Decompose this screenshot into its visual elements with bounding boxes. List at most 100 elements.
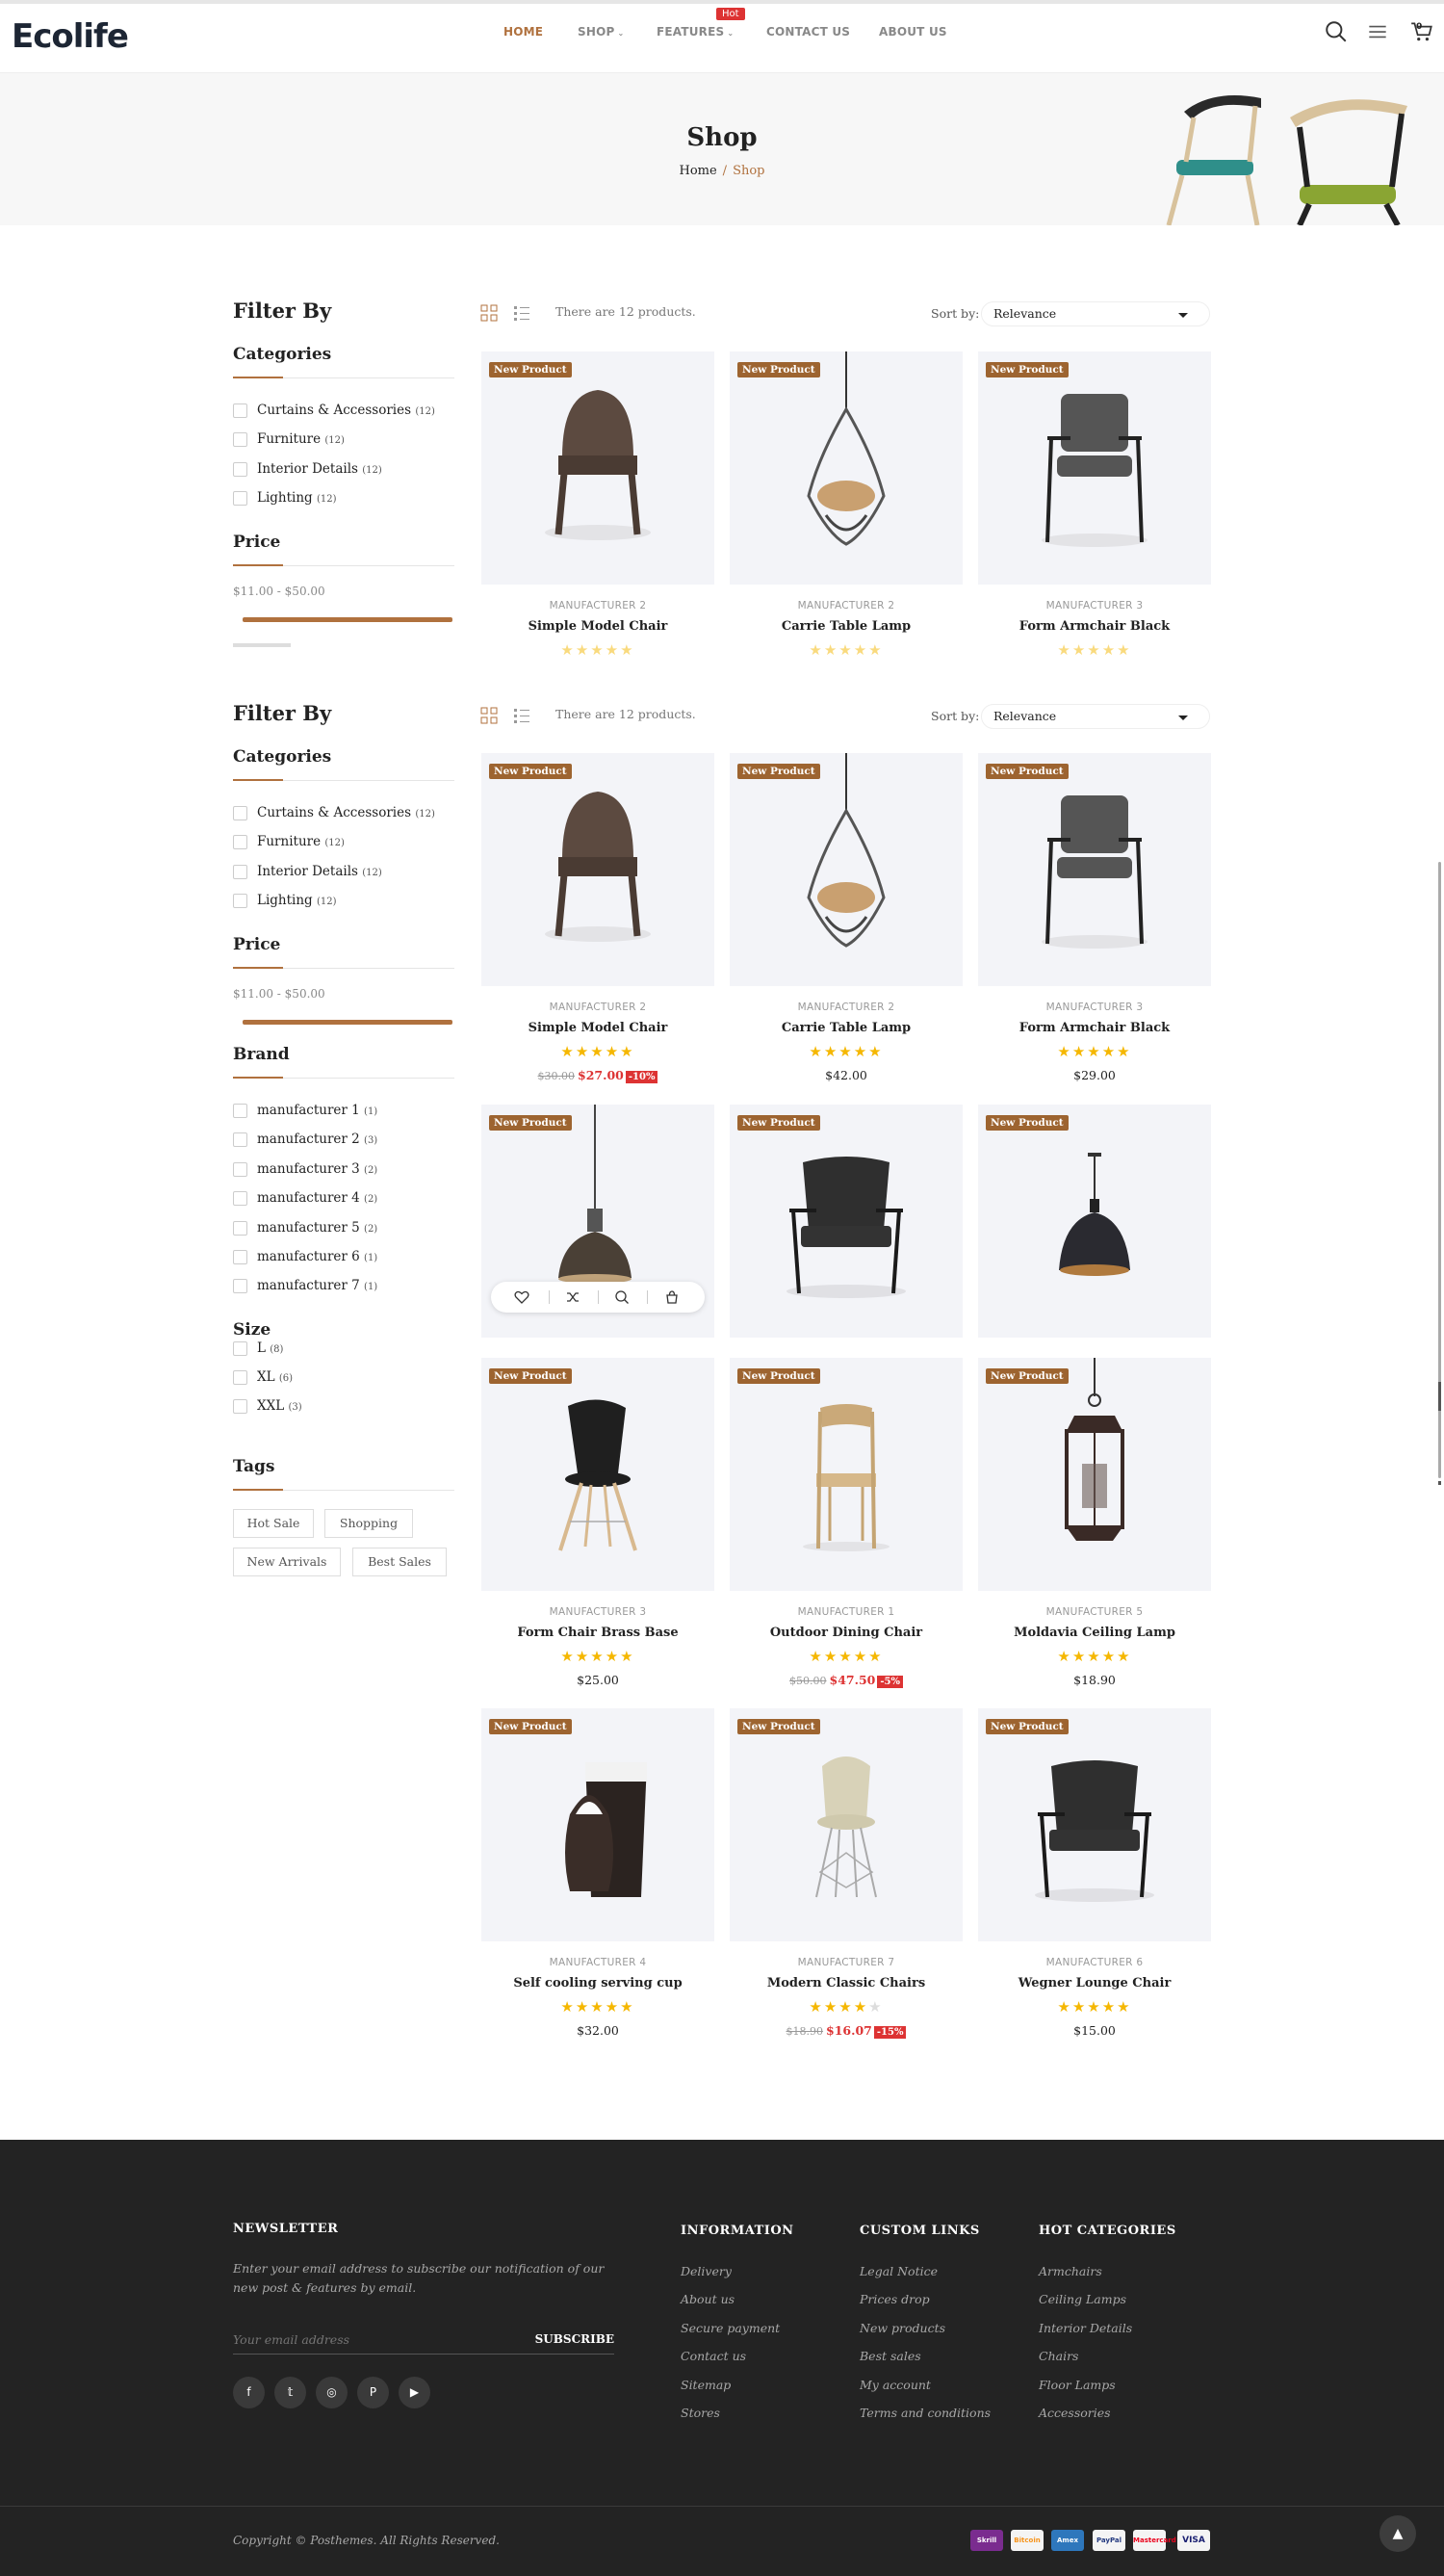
product-card[interactable]: New Product MANUFACTURER 6 Wegner Lounge… xyxy=(978,1708,1211,2045)
product-image[interactable] xyxy=(978,753,1211,986)
product-name[interactable]: Form Chair Brass Base xyxy=(481,1626,714,1640)
nav-contact[interactable]: CONTACT US xyxy=(766,25,850,39)
quick-view-icon[interactable] xyxy=(614,1289,630,1305)
brand-checkbox[interactable] xyxy=(233,1162,247,1177)
footer-link[interactable]: Prices drop xyxy=(860,2292,930,2306)
footer-link[interactable]: Accessories xyxy=(1039,2406,1111,2420)
brand-checkbox[interactable] xyxy=(233,1132,247,1147)
footer-link[interactable]: Interior Details xyxy=(1039,2321,1132,2335)
product-card[interactable]: New Product MANUFACTURER 2 Simple Model … xyxy=(481,753,714,1090)
brand-checkbox[interactable] xyxy=(233,1191,247,1206)
grid-view-icon[interactable] xyxy=(479,303,499,323)
heart-icon[interactable] xyxy=(514,1289,529,1305)
footer-link[interactable]: Contact us xyxy=(681,2349,746,2363)
price-slider[interactable] xyxy=(243,1020,452,1025)
product-image[interactable] xyxy=(730,753,963,986)
product-image[interactable] xyxy=(978,351,1211,585)
product-name[interactable]: Moldavia Ceiling Lamp xyxy=(978,1626,1211,1640)
scrollbar-thumb[interactable] xyxy=(1438,1382,1441,1411)
category-checkbox[interactable] xyxy=(233,491,247,506)
footer-link[interactable]: Best sales xyxy=(860,2349,921,2363)
category-checkbox[interactable] xyxy=(233,894,247,908)
add-to-cart-icon[interactable] xyxy=(664,1289,680,1305)
product-card[interactable]: New Product MANUFACTURER 2 Carrie Table … xyxy=(730,351,963,655)
tag-best-sales[interactable]: Best Sales xyxy=(352,1548,447,1576)
product-name[interactable]: Carrie Table Lamp xyxy=(730,619,963,634)
breadcrumb-home[interactable]: Home xyxy=(679,164,716,178)
product-name[interactable]: Carrie Table Lamp xyxy=(730,1021,963,1035)
youtube-icon[interactable]: ▶ xyxy=(399,2377,430,2408)
product-image[interactable] xyxy=(481,753,714,986)
product-image[interactable] xyxy=(481,1358,714,1591)
brand-checkbox[interactable] xyxy=(233,1104,247,1118)
product-card[interactable]: New Product MANUFACTURER 3 Form Chair Br… xyxy=(481,1358,714,1695)
product-name[interactable]: Simple Model Chair xyxy=(481,1021,714,1035)
product-name[interactable]: Outdoor Dining Chair xyxy=(730,1626,963,1640)
size-checkbox[interactable] xyxy=(233,1341,247,1356)
product-image[interactable] xyxy=(730,1708,963,1941)
product-image[interactable] xyxy=(978,1708,1211,1941)
product-card[interactable]: New Product xyxy=(481,1105,714,1338)
footer-link[interactable]: About us xyxy=(681,2292,735,2306)
product-card[interactable]: New Product MANUFACTURER 4 Self cooling … xyxy=(481,1708,714,2045)
product-name[interactable]: Self cooling serving cup xyxy=(481,1976,714,1991)
menu-icon[interactable] xyxy=(1365,19,1390,44)
nav-shop[interactable]: SHOP ⌄ xyxy=(578,25,624,39)
brand-checkbox[interactable] xyxy=(233,1250,247,1264)
shuffle-icon[interactable] xyxy=(565,1289,580,1305)
footer-link[interactable]: Ceiling Lamps xyxy=(1039,2292,1126,2306)
category-checkbox[interactable] xyxy=(233,806,247,820)
tag-shopping[interactable]: Shopping xyxy=(324,1509,413,1538)
subscribe-button[interactable]: SUBSCRIBE xyxy=(535,2332,614,2346)
product-card[interactable]: New Product xyxy=(730,1105,963,1338)
sort-select[interactable]: Relevance xyxy=(981,704,1210,729)
logo[interactable]: Ecolife xyxy=(12,17,129,56)
footer-link[interactable]: Secure payment xyxy=(681,2321,780,2335)
product-name[interactable]: Form Armchair Black xyxy=(978,619,1211,634)
product-name[interactable]: Form Armchair Black xyxy=(978,1021,1211,1035)
product-name[interactable]: Wegner Lounge Chair xyxy=(978,1976,1211,1991)
footer-link[interactable]: Delivery xyxy=(681,2264,732,2278)
category-checkbox[interactable] xyxy=(233,865,247,879)
price-slider[interactable] xyxy=(243,617,452,622)
list-view-icon[interactable] xyxy=(512,303,531,323)
footer-link[interactable]: Armchairs xyxy=(1039,2264,1102,2278)
list-view-icon[interactable] xyxy=(512,706,531,725)
product-image[interactable] xyxy=(730,1358,963,1591)
product-card[interactable]: New Product xyxy=(978,1105,1211,1338)
product-image[interactable] xyxy=(730,351,963,585)
product-image[interactable] xyxy=(481,351,714,585)
nav-home[interactable]: HOME xyxy=(503,25,543,39)
footer-link[interactable]: My account xyxy=(860,2378,931,2392)
category-checkbox[interactable] xyxy=(233,835,247,849)
product-image[interactable] xyxy=(730,1105,963,1338)
pinterest-icon[interactable]: P xyxy=(357,2377,389,2408)
size-checkbox[interactable] xyxy=(233,1370,247,1385)
product-image[interactable] xyxy=(481,1708,714,1941)
category-checkbox[interactable] xyxy=(233,403,247,418)
instagram-icon[interactable]: ◎ xyxy=(316,2377,348,2408)
product-image[interactable] xyxy=(978,1105,1211,1338)
nav-about[interactable]: ABOUT US xyxy=(879,25,947,39)
footer-link[interactable]: Stores xyxy=(681,2406,720,2420)
product-card[interactable]: New Product MANUFACTURER 3 Form Armchair… xyxy=(978,753,1211,1090)
search-icon[interactable] xyxy=(1324,19,1349,44)
footer-link[interactable]: Legal Notice xyxy=(860,2264,938,2278)
tag-new-arrivals[interactable]: New Arrivals xyxy=(233,1548,341,1576)
brand-checkbox[interactable] xyxy=(233,1221,247,1236)
size-checkbox[interactable] xyxy=(233,1399,247,1414)
product-name[interactable]: Simple Model Chair xyxy=(481,619,714,634)
product-card[interactable]: New Product MANUFACTURER 3 Form Armchair… xyxy=(978,351,1211,655)
twitter-icon[interactable]: 𝕥 xyxy=(274,2377,306,2408)
product-card[interactable]: New Product MANUFACTURER 2 Carrie Table … xyxy=(730,753,963,1090)
back-to-top-button[interactable]: ▲ xyxy=(1380,2515,1416,2552)
footer-link[interactable]: Floor Lamps xyxy=(1039,2378,1116,2392)
footer-link[interactable]: Sitemap xyxy=(681,2378,731,2392)
facebook-icon[interactable]: f xyxy=(233,2377,265,2408)
product-card[interactable]: New Product MANUFACTURER 1 Outdoor Dinin… xyxy=(730,1358,963,1695)
grid-view-icon[interactable] xyxy=(479,706,499,725)
product-card[interactable]: New Product MANUFACTURER 5 Moldavia Ceil… xyxy=(978,1358,1211,1695)
product-card[interactable]: New Product MANUFACTURER 2 Simple Model … xyxy=(481,351,714,655)
category-checkbox[interactable] xyxy=(233,462,247,477)
email-input[interactable] xyxy=(233,2326,522,2353)
